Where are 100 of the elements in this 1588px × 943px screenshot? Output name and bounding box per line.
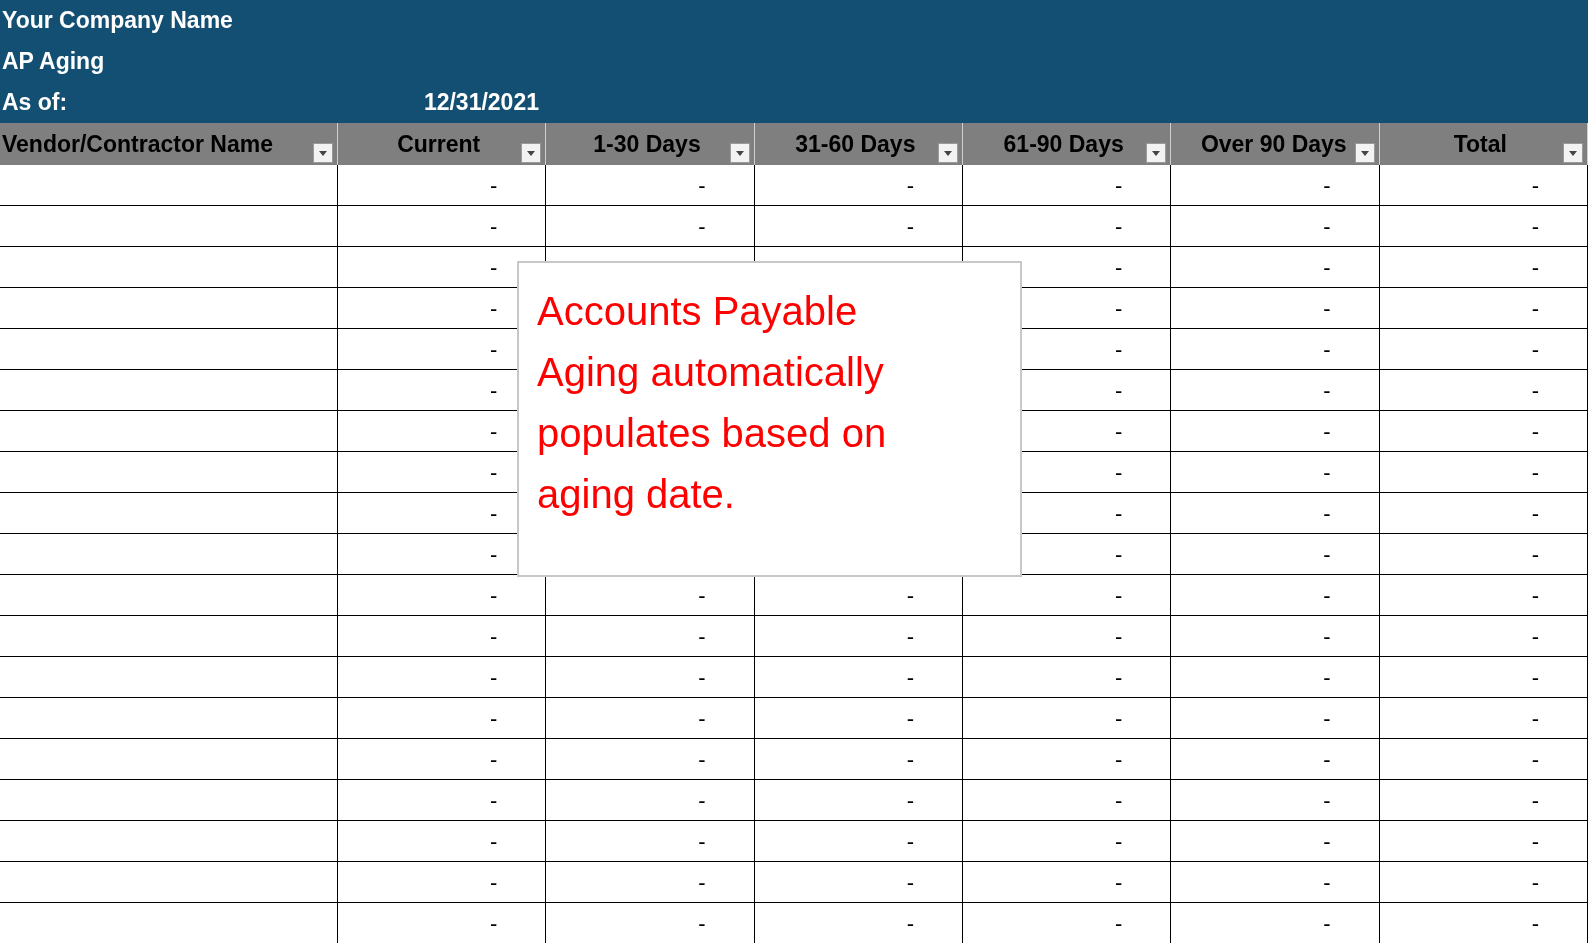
filter-dropdown-button[interactable] bbox=[1354, 143, 1375, 163]
amount-cell: - bbox=[1379, 534, 1588, 575]
amount-cell: - bbox=[1379, 370, 1588, 411]
amount-cell: - bbox=[1171, 739, 1380, 780]
amount-cell: - bbox=[963, 780, 1172, 821]
amount-cell: - bbox=[754, 862, 963, 903]
amount-cell: - bbox=[1379, 165, 1588, 206]
amount-cell: - bbox=[338, 165, 547, 206]
amount-cell: - bbox=[963, 903, 1172, 943]
column-header: 1-30 Days bbox=[546, 123, 755, 165]
amount-cell: - bbox=[1379, 411, 1588, 452]
amount-cell: - bbox=[338, 780, 547, 821]
amount-cell: - bbox=[1171, 780, 1380, 821]
amount-cell: - bbox=[1379, 206, 1588, 247]
caret-icon bbox=[1569, 150, 1577, 156]
amount-cell: - bbox=[1171, 862, 1380, 903]
amount-cell: - bbox=[1171, 821, 1380, 862]
amount-cell: - bbox=[1379, 739, 1588, 780]
filter-dropdown-button[interactable] bbox=[938, 143, 958, 163]
amount-cell: - bbox=[1171, 247, 1380, 288]
amount-cell: - bbox=[1171, 657, 1380, 698]
amount-cell: - bbox=[1379, 452, 1588, 493]
note-text-box: Accounts Payable Aging automatically populates based on aging date. bbox=[517, 261, 1022, 577]
amount-cell: - bbox=[546, 862, 755, 903]
amount-cell: - bbox=[963, 206, 1172, 247]
amount-cell: - bbox=[1379, 493, 1588, 534]
amount-cell: - bbox=[754, 206, 963, 247]
amount-cell: - bbox=[1379, 862, 1588, 903]
amount-cell: - bbox=[1171, 206, 1380, 247]
column-header: 31-60 Days bbox=[754, 123, 963, 165]
column-header: Vendor/Contractor Name bbox=[0, 123, 338, 165]
amount-cell: - bbox=[338, 739, 547, 780]
amount-cell: - bbox=[546, 657, 755, 698]
amount-cell: - bbox=[963, 698, 1172, 739]
amount-cell: - bbox=[338, 616, 547, 657]
amount-cell: - bbox=[1171, 452, 1380, 493]
filter-dropdown-button[interactable] bbox=[729, 143, 750, 163]
amount-cell: - bbox=[963, 616, 1172, 657]
caret-icon bbox=[944, 150, 952, 156]
amount-cell: - bbox=[1171, 616, 1380, 657]
filter-dropdown-button[interactable] bbox=[313, 143, 333, 163]
amount-cell: - bbox=[546, 739, 755, 780]
amount-cell: - bbox=[1171, 698, 1380, 739]
amount-cell: - bbox=[1171, 534, 1380, 575]
column-header: Current bbox=[338, 123, 547, 165]
amount-cell: - bbox=[338, 903, 547, 943]
amount-cell: - bbox=[338, 821, 547, 862]
caret-icon bbox=[527, 150, 536, 156]
amount-cell: - bbox=[754, 903, 963, 943]
column-header: Over 90 Days bbox=[1171, 123, 1380, 165]
filter-dropdown-button[interactable] bbox=[521, 143, 542, 163]
amount-cell: - bbox=[1171, 288, 1380, 329]
amount-cell: - bbox=[1171, 370, 1380, 411]
amount-cell: - bbox=[963, 165, 1172, 206]
amount-cell: - bbox=[1379, 247, 1588, 288]
amount-cell: - bbox=[338, 206, 547, 247]
amount-cell: - bbox=[338, 698, 547, 739]
amount-cell: - bbox=[546, 616, 755, 657]
amount-cell: - bbox=[546, 821, 755, 862]
amount-cell: - bbox=[963, 739, 1172, 780]
amount-cell: - bbox=[963, 862, 1172, 903]
amount-cell: - bbox=[754, 165, 963, 206]
amount-cell: - bbox=[546, 698, 755, 739]
amount-cell: - bbox=[1379, 329, 1588, 370]
amount-cell: - bbox=[546, 206, 755, 247]
amount-cell: - bbox=[754, 739, 963, 780]
amount-cell: - bbox=[1171, 493, 1380, 534]
amount-cell: - bbox=[754, 657, 963, 698]
caret-icon bbox=[319, 150, 327, 156]
filter-dropdown-button[interactable] bbox=[1563, 143, 1583, 163]
caret-icon bbox=[735, 150, 744, 156]
amount-cell: - bbox=[1379, 616, 1588, 657]
amount-cell: - bbox=[1379, 780, 1588, 821]
amount-cell: - bbox=[1379, 657, 1588, 698]
caret-icon bbox=[1152, 150, 1161, 156]
amount-cell: - bbox=[1379, 821, 1588, 862]
company-name: Your Company Name bbox=[2, 6, 233, 36]
filter-dropdown-button[interactable] bbox=[1146, 143, 1167, 163]
caret-icon bbox=[1360, 150, 1369, 156]
amount-cell: - bbox=[546, 903, 755, 943]
amount-cell: - bbox=[1379, 903, 1588, 943]
amount-cell: - bbox=[338, 862, 547, 903]
amount-cell: - bbox=[963, 657, 1172, 698]
amount-cell: - bbox=[754, 821, 963, 862]
amount-cell: - bbox=[546, 165, 755, 206]
amount-cell: - bbox=[546, 780, 755, 821]
amount-cell: - bbox=[1379, 575, 1588, 616]
amount-cell: - bbox=[1171, 575, 1380, 616]
amount-cell: - bbox=[963, 821, 1172, 862]
column-header: 61-90 Days bbox=[963, 123, 1172, 165]
report-title: AP Aging bbox=[2, 47, 105, 77]
amount-cell: - bbox=[1171, 165, 1380, 206]
amount-cell: - bbox=[1379, 288, 1588, 329]
as-of-date: 12/31/2021 bbox=[422, 88, 540, 118]
as-of-label: As of: bbox=[1, 88, 69, 118]
amount-cell: - bbox=[1379, 698, 1588, 739]
amount-cell: - bbox=[1171, 411, 1380, 452]
amount-cell: - bbox=[754, 780, 963, 821]
amount-cell: - bbox=[754, 698, 963, 739]
amount-cell: - bbox=[754, 616, 963, 657]
